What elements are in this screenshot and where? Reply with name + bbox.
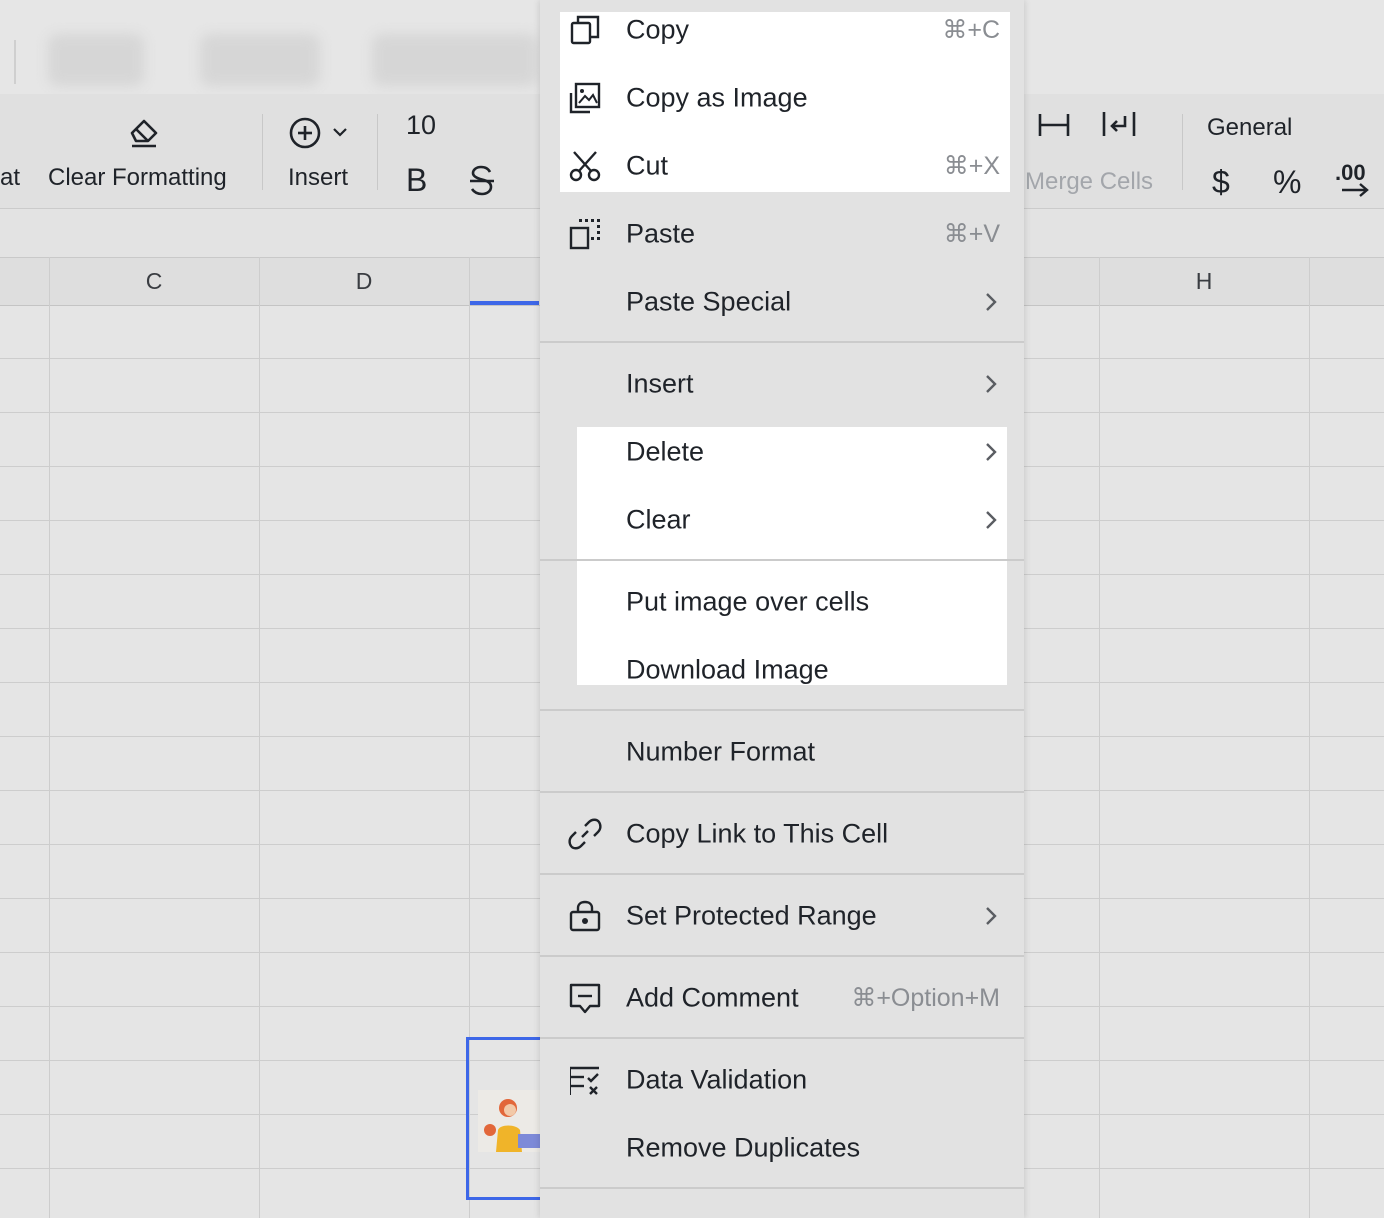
bold-button[interactable]: B (406, 162, 427, 199)
menu-divider (540, 709, 1024, 711)
column-line (1309, 257, 1310, 1218)
menu-item-download-image[interactable]: Download Image (540, 636, 1024, 704)
menu-item-copy-as-image[interactable]: Copy as Image (540, 64, 1024, 132)
menu-divider (540, 955, 1024, 957)
menu-divider (540, 341, 1024, 343)
eraser-icon (130, 119, 158, 148)
toolbar-divider (377, 114, 378, 190)
blurred-tab[interactable] (48, 34, 144, 86)
menu-item-remove-duplicates[interactable]: Remove Duplicates (540, 1114, 1024, 1182)
column-line (259, 257, 260, 1218)
menu-item-paste-special[interactable]: Paste Special (540, 268, 1024, 336)
menu-item-label: Paste (626, 218, 696, 249)
menu-divider (540, 1037, 1024, 1039)
context-menu: Copy ⌘+C Copy as Image Cut ⌘+X Paste ⌘+V… (540, 0, 1024, 1218)
column-line (49, 257, 50, 1218)
menu-item-shortcut: ⌘+V (943, 220, 1000, 248)
selected-cell[interactable] (466, 1037, 546, 1200)
column-header-h[interactable]: H (1196, 268, 1213, 295)
font-size-select[interactable]: 10 (406, 110, 436, 141)
strikethrough-icon[interactable] (468, 164, 496, 198)
menu-item-copy[interactable]: Copy ⌘+C (540, 0, 1024, 64)
menu-item-shortcut: ⌘+Option+M (851, 984, 1000, 1012)
scissors-icon (569, 151, 601, 182)
menu-item-label: Remove Duplicates (626, 1132, 861, 1163)
arrow-right-icon (1342, 183, 1369, 197)
menu-item-label: Number Format (626, 736, 816, 767)
menu-item-shortcut: ⌘+X (943, 152, 1000, 180)
menu-item-put-image-over-cells[interactable]: Put image over cells (540, 568, 1024, 636)
menu-item-label: Cut (626, 150, 669, 181)
link-icon (568, 818, 602, 850)
merge-horizontal-icon[interactable] (1037, 112, 1071, 138)
number-format-select[interactable]: General (1207, 114, 1292, 142)
percent-button[interactable]: % (1273, 164, 1301, 201)
menu-item-label: Add Comment (626, 982, 799, 1013)
toolbar-divider (262, 114, 263, 190)
menu-divider (540, 873, 1024, 875)
column-line (1099, 257, 1100, 1218)
menu-item-label: Data Validation (626, 1064, 808, 1095)
merge-cells-label[interactable]: Merge Cells (1025, 168, 1153, 196)
menu-item-shortcut: ⌘+C (942, 16, 1000, 44)
clear-formatting-label: Clear Formatting (48, 164, 227, 191)
menu-item-label: Put image over cells (626, 586, 870, 617)
chevron-right-icon (986, 375, 997, 393)
comment-icon (569, 983, 601, 1014)
menu-item-label: Clear (626, 504, 691, 535)
toolbar-partial-label[interactable]: at (0, 164, 20, 192)
chevron-down-icon (333, 128, 347, 137)
menu-item-data-validation[interactable]: Data Validation (540, 1046, 1024, 1114)
title-bar-divider (14, 40, 16, 84)
menu-item-label: Insert (626, 368, 694, 399)
menu-divider (540, 1187, 1024, 1189)
chevron-right-icon (986, 511, 997, 529)
copy-image-icon (569, 82, 601, 114)
menu-item-label: Delete (626, 436, 705, 467)
paste-icon (569, 219, 600, 250)
selected-column-indicator (469, 301, 539, 305)
menu-item-label: Copy (626, 14, 690, 45)
menu-item-paste[interactable]: Paste ⌘+V (540, 200, 1024, 268)
menu-item-set-protected-range[interactable]: Set Protected Range (540, 882, 1024, 950)
menu-item-clear[interactable]: Clear (540, 486, 1024, 554)
copy-icon (570, 15, 600, 45)
menu-item-label: Paste Special (626, 286, 792, 317)
menu-item-label: Copy as Image (626, 82, 808, 113)
menu-divider (540, 791, 1024, 793)
insert-label: Insert (288, 164, 349, 191)
menu-item-cut[interactable]: Cut ⌘+X (540, 132, 1024, 200)
menu-item-label: Set Protected Range (626, 900, 877, 931)
chevron-right-icon (986, 293, 997, 311)
menu-item-label: Copy Link to This Cell (626, 818, 889, 849)
toolbar-divider (1182, 114, 1183, 190)
menu-item-copy-link[interactable]: Copy Link to This Cell (540, 800, 1024, 868)
menu-item-label: Download Image (626, 654, 829, 685)
column-header-d[interactable]: D (356, 268, 373, 295)
chevron-right-icon (986, 907, 997, 925)
menu-item-add-comment[interactable]: Add Comment ⌘+Option+M (540, 964, 1024, 1032)
menu-item-insert[interactable]: Insert (540, 350, 1024, 418)
column-header-c[interactable]: C (146, 268, 163, 295)
menu-divider (540, 559, 1024, 561)
wrap-text-icon[interactable] (1101, 110, 1137, 138)
data-validation-icon (570, 1066, 599, 1095)
blurred-tab[interactable] (372, 34, 538, 86)
currency-button[interactable]: $ (1212, 164, 1230, 201)
lock-icon (569, 900, 601, 932)
menu-item-number-format[interactable]: Number Format (540, 718, 1024, 786)
chevron-right-icon (986, 443, 997, 461)
menu-item-delete[interactable]: Delete (540, 418, 1024, 486)
plus-circle-icon (289, 117, 321, 149)
blurred-tab[interactable] (200, 34, 320, 86)
